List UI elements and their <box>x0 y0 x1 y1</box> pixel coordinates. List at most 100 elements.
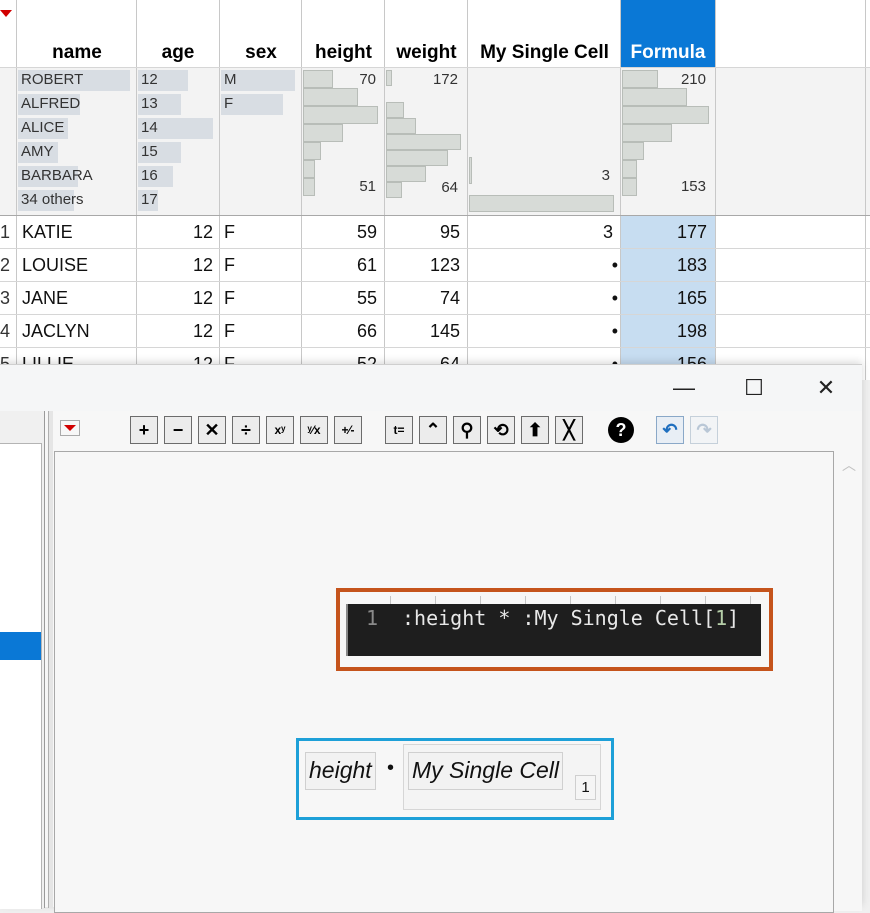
sex-level: F <box>224 95 234 112</box>
cell-height[interactable]: 55 <box>302 282 377 314</box>
column-header-age[interactable]: age <box>137 40 219 66</box>
peel-button[interactable]: ⌃ <box>419 416 447 444</box>
formula-expression[interactable]: height • My Single Cell 1 <box>296 738 614 820</box>
title-bar[interactable]: — ☐ ✕ <box>0 365 862 411</box>
row-number[interactable]: 3 <box>0 282 10 314</box>
cell-age[interactable]: 12 <box>137 315 213 347</box>
formula-toolbar: + − ✕ ÷ xʸ ʸ⁄x +⁄- t= ⌃ ⚲ ⟲ ⬆ ╳ ? ↶ ↷ <box>58 411 858 449</box>
code-text-prefix: :height * :My Single Cell[ <box>402 606 716 630</box>
cell-sex[interactable]: F <box>224 315 235 347</box>
cell-weight[interactable]: 123 <box>385 249 460 281</box>
plus-minus-button[interactable]: +⁄- <box>334 416 362 444</box>
term-height[interactable]: height <box>305 752 376 790</box>
cell-age[interactable]: 12 <box>137 216 213 248</box>
cell-my-single-cell[interactable]: • <box>468 249 618 281</box>
cell-name[interactable]: JACLYN <box>22 315 90 347</box>
multiply-button[interactable]: ✕ <box>198 416 226 444</box>
cell-height[interactable]: 59 <box>302 216 377 248</box>
formula-max: 210 <box>680 71 706 88</box>
swap-button[interactable]: ⟲ <box>487 416 515 444</box>
selected-column-item[interactable] <box>0 632 41 660</box>
column-header-formula[interactable]: Formula <box>621 40 715 66</box>
cell-height[interactable]: 66 <box>302 315 377 347</box>
formula-canvas[interactable] <box>54 451 834 913</box>
cell-name[interactable]: LOUISE <box>22 249 88 281</box>
multiply-operator[interactable]: • <box>387 757 394 780</box>
root-button[interactable]: ʸ⁄x <box>300 416 328 444</box>
maximize-icon[interactable]: ☐ <box>734 373 774 403</box>
age-level: 15 <box>141 143 158 160</box>
code-area[interactable]: 1 :height * :My Single Cell[1] <box>346 604 761 656</box>
cell-weight[interactable]: 145 <box>385 315 460 347</box>
sex-level: M <box>224 71 237 88</box>
code-line[interactable]: :height * :My Single Cell[1] <box>402 606 739 630</box>
age-level: 13 <box>141 95 158 112</box>
single-cell-summary-value: 3 <box>601 167 610 184</box>
term-my-single-cell[interactable]: My Single Cell <box>408 752 563 790</box>
cell-formula[interactable]: 183 <box>621 249 707 281</box>
code-index: 1 <box>715 606 728 630</box>
cell-my-single-cell[interactable]: 3 <box>468 216 613 248</box>
line-number: 1 <box>366 606 379 630</box>
cell-formula[interactable]: 177 <box>621 216 707 248</box>
cell-sex[interactable]: F <box>224 282 235 314</box>
cell-formula[interactable]: 165 <box>621 282 707 314</box>
scroll-up-icon[interactable]: ︿ <box>842 455 856 475</box>
local-variable-button[interactable]: ⚲ <box>453 416 481 444</box>
unthrow-button[interactable]: ⬆ <box>521 416 549 444</box>
minimize-icon[interactable]: — <box>664 373 704 403</box>
name-level: BARBARA <box>21 167 93 184</box>
assign-button[interactable]: t= <box>385 416 413 444</box>
row-number[interactable]: 2 <box>0 249 10 281</box>
code-text-suffix: ] <box>727 606 740 630</box>
subtract-button[interactable]: − <box>164 416 192 444</box>
age-level: 14 <box>141 119 158 136</box>
divide-button[interactable]: ÷ <box>232 416 260 444</box>
name-level: ALICE <box>21 119 65 136</box>
age-level: 12 <box>141 71 158 88</box>
undo-button[interactable]: ↶ <box>656 416 684 444</box>
height-max: 70 <box>359 71 376 88</box>
cell-name[interactable]: KATIE <box>22 216 73 248</box>
cell-height[interactable]: 61 <box>302 249 377 281</box>
column-list[interactable] <box>0 443 42 909</box>
help-button[interactable]: ? <box>608 417 634 443</box>
subscript-index[interactable]: 1 <box>575 775 596 800</box>
column-list-pane <box>0 411 45 909</box>
cell-age[interactable]: 12 <box>137 249 213 281</box>
column-header-height[interactable]: height <box>302 40 385 66</box>
power-button[interactable]: xʸ <box>266 416 294 444</box>
weight-min: 64 <box>441 179 458 196</box>
age-level: 16 <box>141 167 158 184</box>
weight-max: 172 <box>432 71 458 88</box>
column-header-weight[interactable]: weight <box>385 40 468 66</box>
cell-formula[interactable]: 198 <box>621 315 707 347</box>
formula-code-editor[interactable]: 1 :height * :My Single Cell[1] <box>336 588 773 671</box>
cell-my-single-cell[interactable]: • <box>468 282 618 314</box>
cell-weight[interactable]: 95 <box>385 216 460 248</box>
height-min: 51 <box>359 178 376 195</box>
name-level: ALFRED <box>21 95 81 112</box>
row-number[interactable]: 4 <box>0 315 10 347</box>
formula-min: 153 <box>680 178 706 195</box>
add-button[interactable]: + <box>130 416 158 444</box>
column-header-sex[interactable]: sex <box>220 40 302 66</box>
row-number[interactable]: 1 <box>0 216 10 248</box>
formula-editor-window: — ☐ ✕ + − ✕ ÷ xʸ ʸ⁄x +⁄- t= ⌃ ⚲ ⟲ ⬆ ╳ ? … <box>0 364 862 913</box>
cell-weight[interactable]: 74 <box>385 282 460 314</box>
cell-my-single-cell[interactable]: • <box>468 315 618 347</box>
column-header-my-single-cell[interactable]: My Single Cell <box>468 40 621 66</box>
name-level: AMY <box>21 143 54 160</box>
table-menu-triangle-icon[interactable] <box>0 10 12 17</box>
cell-name[interactable]: JANE <box>22 282 68 314</box>
column-header-name[interactable]: name <box>18 40 136 66</box>
redo-button[interactable]: ↷ <box>690 416 718 444</box>
pane-splitter[interactable] <box>48 411 53 908</box>
delete-button[interactable]: ╳ <box>555 416 583 444</box>
cell-sex[interactable]: F <box>224 249 235 281</box>
cell-age[interactable]: 12 <box>137 282 213 314</box>
age-level: 17 <box>141 191 158 208</box>
vertical-scrollbar[interactable]: ︿ <box>834 451 862 911</box>
cell-sex[interactable]: F <box>224 216 235 248</box>
close-icon[interactable]: ✕ <box>806 373 846 403</box>
